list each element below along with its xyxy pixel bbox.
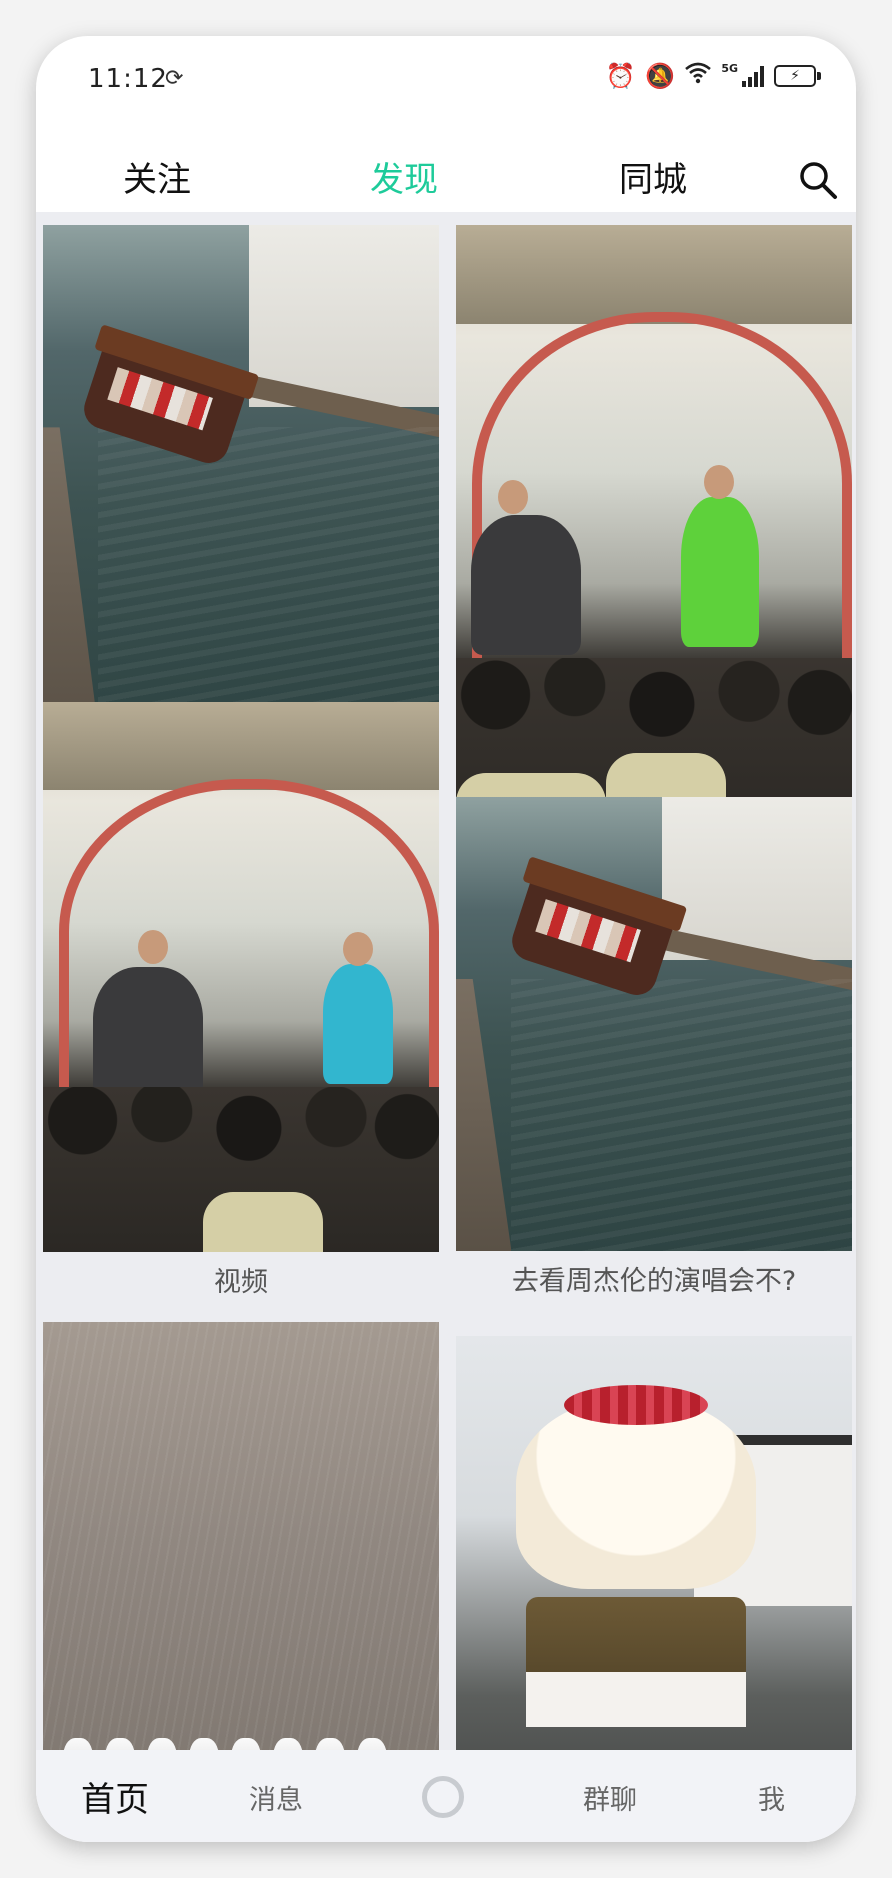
status-bar: 11:12 ⟳ ⏰ 🔕 5G ⚡ [36, 36, 856, 122]
signal-icon [742, 65, 764, 87]
nav-group-chat[interactable]: 群聊 [583, 1778, 637, 1817]
video-thumbnail[interactable] [456, 797, 852, 1251]
tab-follow[interactable]: 关注 [123, 152, 191, 201]
battery-charging-icon: ⚡ [774, 65, 821, 87]
image-thumbnail[interactable] [456, 1336, 852, 1786]
card-caption: 去看周杰伦的演唱会不? [511, 1266, 797, 1297]
card-caption: 视频 [214, 1267, 268, 1298]
video-thumbnail[interactable] [456, 225, 852, 843]
sync-icon: ⟳ [165, 66, 184, 91]
tab-local[interactable]: 同城 [619, 152, 687, 201]
publish-circle-icon[interactable] [422, 1776, 464, 1818]
cream-drink-image [516, 1385, 756, 1589]
feed-card[interactable]: 视频 [43, 702, 439, 1299]
search-icon[interactable] [798, 160, 838, 200]
video-thumbnail[interactable] [43, 702, 439, 1252]
discover-feed: 视频 视频 [36, 212, 856, 1786]
status-icons: ⏰ 🔕 5G ⚡ [605, 61, 821, 90]
feed-card[interactable] [43, 1322, 439, 1786]
feed-card[interactable]: 视频 [456, 225, 852, 890]
feed-card[interactable] [456, 1336, 852, 1786]
alarm-icon: ⏰ [605, 62, 636, 90]
nav-me[interactable]: 我 [758, 1778, 785, 1817]
nav-messages[interactable]: 消息 [249, 1778, 303, 1817]
video-thumbnail[interactable] [43, 225, 439, 731]
mute-icon: 🔕 [645, 62, 676, 90]
image-thumbnail[interactable] [43, 1322, 439, 1786]
nav-home[interactable]: 首页 [81, 1772, 149, 1821]
bottom-nav: 首页 消息 群聊 我 [36, 1750, 856, 1842]
feed-card[interactable]: 视频 [43, 225, 439, 778]
feed-card[interactable]: 去看周杰伦的演唱会不? [456, 797, 852, 1298]
status-time: 11:12 [88, 64, 168, 94]
phone-screen: 11:12 ⟳ ⏰ 🔕 5G ⚡ 关注 发现 同城 视频 去看周杰伦的演唱会不?… [36, 36, 856, 1842]
wifi-icon [685, 62, 712, 90]
network-type: 5G [721, 61, 738, 75]
tab-discover[interactable]: 发现 [370, 152, 438, 201]
